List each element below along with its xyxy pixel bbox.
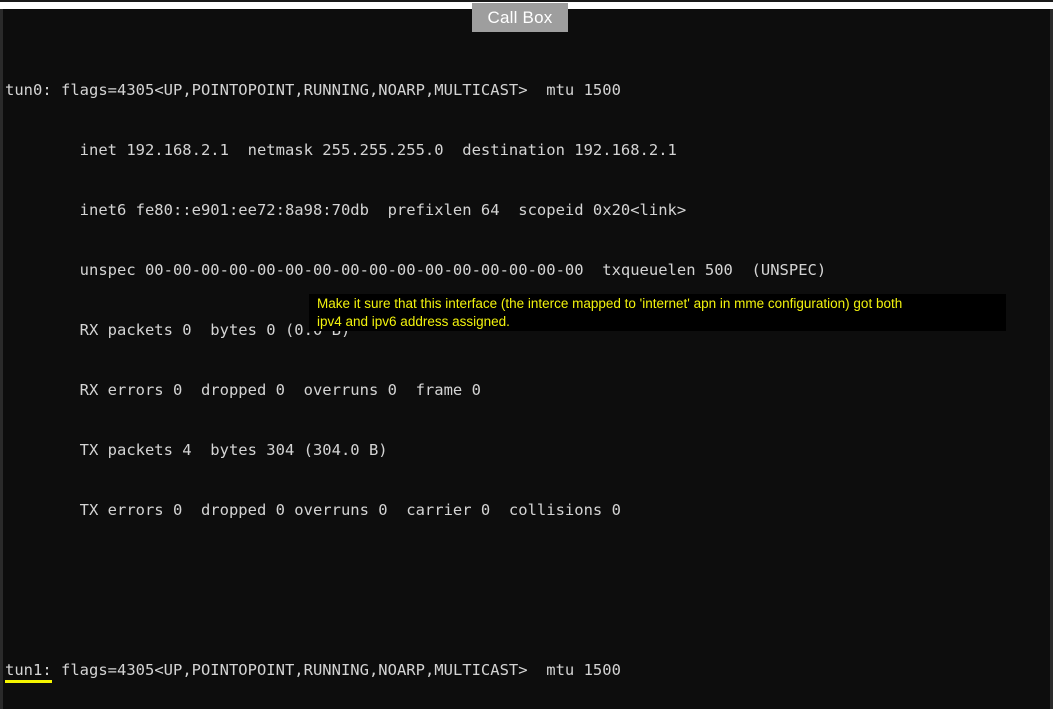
terminal-line: RX errors 0 dropped 0 overruns 0 frame 0 <box>5 381 481 399</box>
interface-name-tun0: tun0: <box>5 81 52 99</box>
screenshot-root: tun0: flags=4305<UP,POINTOPOINT,RUNNING,… <box>0 0 1053 709</box>
annotation-line-2: ipv4 and ipv6 address assigned. <box>317 314 510 329</box>
terminal-output: tun0: flags=4305<UP,POINTOPOINT,RUNNING,… <box>3 9 1050 709</box>
terminal-line: inet 192.168.2.1 netmask 255.255.255.0 d… <box>5 141 677 159</box>
terminal-line: tun1: flags=4305<UP,POINTOPOINT,RUNNING,… <box>3 660 1050 683</box>
terminal-window: tun0: flags=4305<UP,POINTOPOINT,RUNNING,… <box>0 9 1053 709</box>
terminal-line: TX packets 4 bytes 304 (304.0 B) <box>5 441 388 459</box>
terminal-line: inet6 fe80::e901:ee72:8a98:70db prefixle… <box>5 201 687 219</box>
interface-name-tun1-highlighted: tun1: <box>5 661 52 683</box>
annotation-line-1: Make it sure that this interface (the in… <box>317 296 903 311</box>
terminal-line: unspec 00-00-00-00-00-00-00-00-00-00-00-… <box>5 261 827 279</box>
call-box-label: Call Box <box>472 3 568 32</box>
terminal-line: TX errors 0 dropped 0 overruns 0 carrier… <box>5 501 621 519</box>
interface-flags-tun0: flags=4305<UP,POINTOPOINT,RUNNING,NOARP,… <box>51 81 621 99</box>
annotation-tooltip: Make it sure that this interface (the in… <box>309 294 1006 331</box>
interface-flags-tun1: flags=4305<UP,POINTOPOINT,RUNNING,NOARP,… <box>51 661 621 679</box>
terminal-line: tun0: flags=4305<UP,POINTOPOINT,RUNNING,… <box>3 80 1050 100</box>
